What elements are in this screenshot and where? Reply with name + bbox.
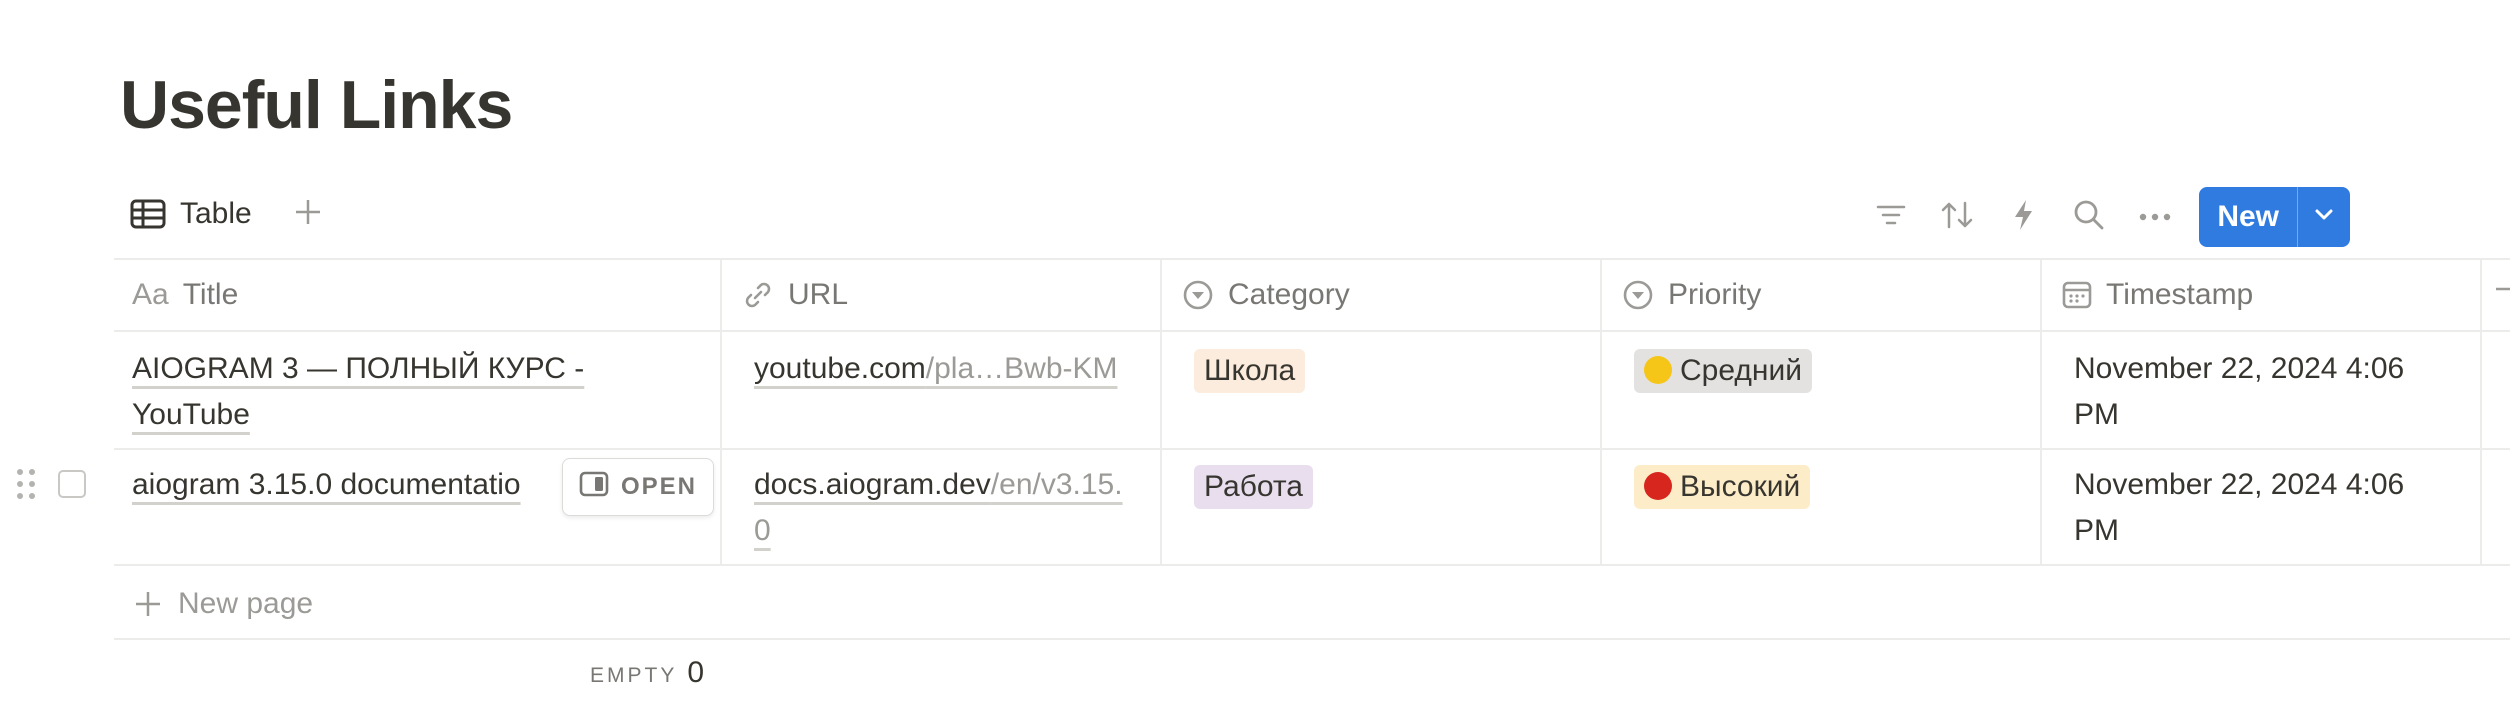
- table-icon: [130, 199, 166, 229]
- table-row-2-category[interactable]: Работа: [1160, 464, 1600, 510]
- filter-button[interactable]: [1865, 191, 1917, 243]
- database-page: Useful Links Table New Aa Title URL Cate…: [0, 0, 2510, 716]
- new-page-label: New page: [178, 587, 314, 620]
- table-border: [114, 638, 2510, 640]
- more-button[interactable]: [2129, 191, 2181, 243]
- yellow-circle-icon: [1644, 356, 1672, 384]
- url-path[interactable]: 0: [754, 514, 771, 547]
- select-icon: [1182, 279, 1214, 311]
- url-domain[interactable]: youtube.com: [754, 352, 926, 385]
- select-icon: [1622, 279, 1654, 311]
- timestamp-value: PM: [2074, 514, 2119, 547]
- plus-icon: [2494, 272, 2510, 318]
- column-header-label: Timestamp: [2106, 278, 2254, 311]
- row-title[interactable]: AIOGRAM 3 — ПОЛНЫЙ КУРС -: [132, 352, 584, 385]
- page-title: Useful Links: [120, 67, 513, 143]
- column-header-label: Priority: [1668, 278, 1762, 311]
- url-path[interactable]: /pla…Bwb-KM: [926, 352, 1118, 385]
- table-row-1-priority[interactable]: Средний: [1600, 348, 2040, 394]
- column-header-category[interactable]: Category: [1160, 258, 1600, 332]
- row-title[interactable]: YouTube: [132, 398, 250, 431]
- new-options-button[interactable]: [2297, 187, 2350, 247]
- view-tools: New: [1865, 186, 2350, 248]
- new-button[interactable]: New: [2199, 187, 2297, 247]
- filter-icon: [1876, 203, 1906, 232]
- tab-table-label: Table: [180, 197, 252, 230]
- table-row-1-url[interactable]: youtube.com/pla…Bwb-KM: [720, 346, 1160, 392]
- column-header-label: Title: [182, 278, 239, 311]
- url-path[interactable]: /en/v3.15.: [991, 468, 1123, 501]
- priority-tag: Высокий: [1634, 465, 1811, 509]
- table-row-2-url[interactable]: docs.aiogram.dev/en/v3.15. 0: [720, 462, 1160, 554]
- calendar-icon: [2062, 280, 2092, 310]
- column-header-label: Category: [1228, 278, 1350, 311]
- table-row-1-category[interactable]: Школа: [1160, 348, 1600, 394]
- table-row-1-timestamp[interactable]: November 22, 2024 4:06 PM: [2040, 346, 2480, 438]
- table-border: [114, 448, 2510, 450]
- tab-table[interactable]: Table: [130, 186, 252, 242]
- link-icon: [742, 279, 774, 311]
- priority-label: Средний: [1680, 354, 1802, 387]
- column-header-priority[interactable]: Priority: [1600, 258, 2040, 332]
- row-title[interactable]: aiogram 3.15.0 documentatio: [132, 468, 521, 501]
- url-domain[interactable]: docs.aiogram.dev: [754, 468, 991, 501]
- column-header-label: URL: [788, 278, 849, 311]
- category-tag: Работа: [1194, 465, 1313, 509]
- column-calculation[interactable]: EMPTY 0: [590, 656, 704, 690]
- automation-button[interactable]: [1997, 191, 2049, 243]
- column-header-title[interactable]: Aa Title: [114, 258, 720, 332]
- new-page-button[interactable]: New page: [134, 580, 313, 628]
- red-circle-icon: [1644, 472, 1672, 500]
- category-tag: Школа: [1194, 349, 1306, 393]
- column-header-url[interactable]: URL: [720, 258, 1160, 332]
- add-view-button[interactable]: [288, 194, 328, 234]
- view-bar: Table New: [120, 186, 2350, 247]
- table-border: [114, 564, 2510, 566]
- timestamp-value: November 22, 2024 4:06: [2074, 352, 2405, 385]
- search-icon: [2073, 199, 2105, 236]
- search-button[interactable]: [2063, 191, 2115, 243]
- timestamp-value: November 22, 2024 4:06: [2074, 468, 2405, 501]
- column-header-timestamp[interactable]: Timestamp: [2040, 258, 2480, 332]
- open-label: OPEN: [620, 473, 697, 500]
- new-button-group: New: [2199, 187, 2350, 247]
- row-select-checkbox[interactable]: [58, 470, 86, 498]
- calculation-value: 0: [687, 656, 705, 689]
- open-in-side-peek-icon: [579, 471, 609, 504]
- more-icon: [2139, 208, 2171, 226]
- table-row-1-title[interactable]: AIOGRAM 3 — ПОЛНЫЙ КУРС - YouTube: [114, 346, 720, 438]
- add-column-button[interactable]: [2480, 258, 2510, 332]
- priority-label: Высокий: [1680, 470, 1801, 503]
- lightning-icon: [2012, 199, 2034, 236]
- open-page-button[interactable]: OPEN: [562, 458, 714, 516]
- table-row-2-priority[interactable]: Высокий: [1600, 464, 2040, 510]
- table-row-2-timestamp[interactable]: November 22, 2024 4:06 PM: [2040, 462, 2480, 554]
- plus-icon: [134, 590, 162, 618]
- calculation-label: EMPTY: [590, 664, 678, 687]
- priority-tag: Средний: [1634, 349, 1812, 393]
- sort-icon: [1940, 200, 1974, 235]
- sort-button[interactable]: [1931, 191, 1983, 243]
- chevron-down-icon: [2314, 208, 2334, 227]
- title-aa-icon: Aa: [132, 278, 169, 311]
- timestamp-value: PM: [2074, 398, 2119, 431]
- plus-icon: [293, 197, 323, 232]
- drag-handle[interactable]: [14, 466, 38, 502]
